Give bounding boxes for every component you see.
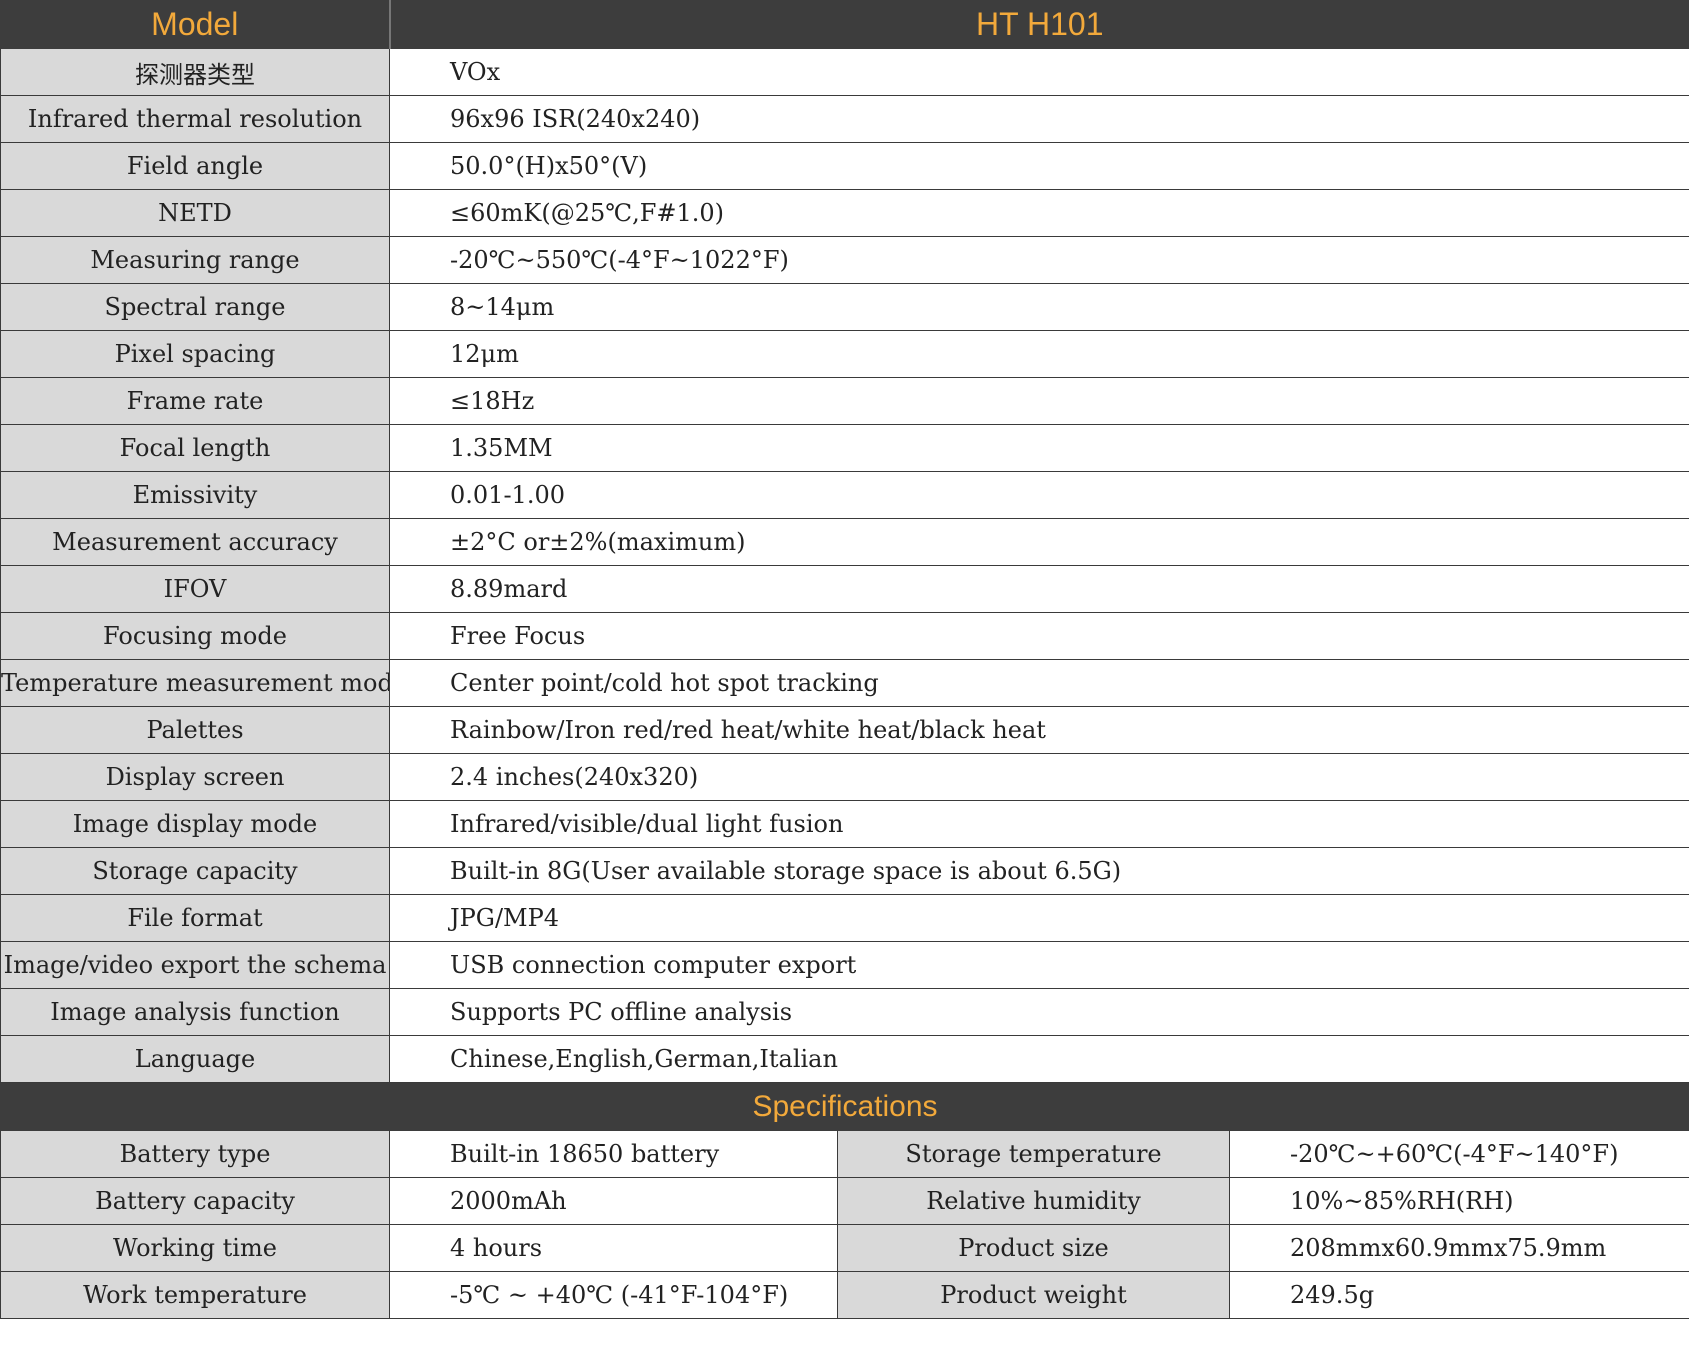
spec-row: Battery capacity 2000mAh Relative humidity… — [0, 1177, 1689, 1225]
spec-value: Built-in 18650 battery — [389, 1130, 838, 1178]
specifications-title: Specifications — [0, 1082, 1689, 1131]
table-row: Focusing mode Free Focus — [0, 612, 1689, 660]
spec-value: 10%~85%RH(RH) — [1228, 1177, 1689, 1225]
row-value: 2.4 inches(240x320) — [388, 753, 1689, 801]
spec-table-body: Model HT H101 探测器类型 VOx Infrared thermal r… — [0, 0, 1689, 1319]
table-row: Palettes Rainbow/Iron red/red heat/white … — [0, 706, 1689, 754]
spec-row: Battery type Built-in 18650 battery Storag… — [0, 1130, 1689, 1178]
row-value: ≤18Hz — [388, 377, 1689, 425]
row-label: Measurement accuracy — [0, 518, 390, 566]
spec-value: 2000mAh — [389, 1177, 838, 1225]
table-row: Language Chinese,English,German,Italian — [0, 1035, 1689, 1083]
row-label: 探测器类型 — [0, 48, 390, 96]
row-value: 8.89mard — [388, 565, 1689, 613]
row-value: 50.0°(H)x50°(V) — [388, 142, 1689, 190]
row-value: Supports PC offline analysis — [388, 988, 1689, 1036]
table-row: Pixel spacing 12μm — [0, 330, 1689, 378]
row-label: Field angle — [0, 142, 390, 190]
row-label: Palettes — [0, 706, 390, 754]
table-row: Image/video export the schema USB connect… — [0, 941, 1689, 989]
spec-label: Relative humidity — [837, 1177, 1230, 1225]
row-label: Focusing mode — [0, 612, 390, 660]
row-label: Emissivity — [0, 471, 390, 519]
row-label: Spectral range — [0, 283, 390, 331]
spec-sheet: Model HT H101 探测器类型 VOx Infrared thermal r… — [0, 0, 1689, 1346]
spec-row: Work temperature -5℃ ~ +40℃ (-41°F-104°F)… — [0, 1271, 1689, 1319]
row-label: NETD — [0, 189, 390, 237]
spec-value: -20℃~+60℃(-4°F~140°F) — [1228, 1130, 1689, 1178]
row-value: Center point/cold hot spot tracking — [388, 659, 1689, 707]
specifications-header-row: Specifications — [0, 1082, 1689, 1131]
spec-value: 249.5g — [1228, 1271, 1689, 1319]
row-value: Infrared/visible/dual light fusion — [388, 800, 1689, 848]
spec-label: Storage temperature — [837, 1130, 1230, 1178]
row-label: Infrared thermal resolution — [0, 95, 390, 143]
row-value: 1.35MM — [388, 424, 1689, 472]
table-row: Display screen 2.4 inches(240x320) — [0, 753, 1689, 801]
table-row: Measuring range -20℃~550℃(-4°F~1022°F) — [0, 236, 1689, 284]
model-header-row: Model HT H101 — [0, 0, 1689, 49]
spec-label: Work temperature — [0, 1271, 390, 1319]
table-row: Infrared thermal resolution 96x96 ISR(240… — [0, 95, 1689, 143]
table-row: 探测器类型 VOx — [0, 48, 1689, 96]
table-row: Image display mode Infrared/visible/dual … — [0, 800, 1689, 848]
spec-value: -5℃ ~ +40℃ (-41°F-104°F) — [389, 1271, 838, 1319]
row-label: Image analysis function — [0, 988, 390, 1036]
table-row: Storage capacity Built-in 8G(User availab… — [0, 847, 1689, 895]
table-row: Measurement accuracy ±2°C or±2%(maximum) — [0, 518, 1689, 566]
row-label: Frame rate — [0, 377, 390, 425]
row-label: IFOV — [0, 565, 390, 613]
spec-label: Product weight — [837, 1271, 1230, 1319]
row-value: Chinese,English,German,Italian — [388, 1035, 1689, 1083]
row-value: VOx — [388, 48, 1689, 96]
spec-label: Working time — [0, 1224, 390, 1272]
row-label: Display screen — [0, 753, 390, 801]
spec-value: 4 hours — [389, 1224, 838, 1272]
row-value: ≤60mK(@25℃,F#1.0) — [388, 189, 1689, 237]
table-row: Temperature measurement mode Center point… — [0, 659, 1689, 707]
table-row: Frame rate ≤18Hz — [0, 377, 1689, 425]
spec-row: Working time 4 hours Product size 208mmx60.… — [0, 1224, 1689, 1272]
spec-label: Product size — [837, 1224, 1230, 1272]
spec-table: Model HT H101 探测器类型 VOx Infrared thermal r… — [0, 0, 1689, 1319]
table-row: Field angle 50.0°(H)x50°(V) — [0, 142, 1689, 190]
row-value: 96x96 ISR(240x240) — [388, 95, 1689, 143]
row-value: Rainbow/Iron red/red heat/white heat/bla… — [388, 706, 1689, 754]
table-row: Focal length 1.35MM — [0, 424, 1689, 472]
row-value: JPG/MP4 — [388, 894, 1689, 942]
row-value: 0.01-1.00 — [388, 471, 1689, 519]
table-row: Spectral range 8~14μm — [0, 283, 1689, 331]
row-label: Storage capacity — [0, 847, 390, 895]
row-label: Focal length — [0, 424, 390, 472]
row-label: File format — [0, 894, 390, 942]
row-value: Built-in 8G(User available storage space… — [388, 847, 1689, 895]
table-row: IFOV 8.89mard — [0, 565, 1689, 613]
table-row: NETD ≤60mK(@25℃,F#1.0) — [0, 189, 1689, 237]
spec-label: Battery capacity — [0, 1177, 390, 1225]
row-value: -20℃~550℃(-4°F~1022°F) — [388, 236, 1689, 284]
spec-value: 208mmx60.9mmx75.9mm — [1228, 1224, 1689, 1272]
row-value: Free Focus — [388, 612, 1689, 660]
row-label: Image display mode — [0, 800, 390, 848]
row-value: ±2°C or±2%(maximum) — [388, 518, 1689, 566]
table-row: Emissivity 0.01-1.00 — [0, 471, 1689, 519]
row-label: Image/video export the schema — [0, 941, 390, 989]
row-value: 8~14μm — [388, 283, 1689, 331]
row-value: USB connection computer export — [388, 941, 1689, 989]
row-label: Pixel spacing — [0, 330, 390, 378]
model-label: Model — [0, 0, 391, 49]
row-value: 12μm — [388, 330, 1689, 378]
spec-label: Battery type — [0, 1130, 390, 1178]
row-label: Language — [0, 1035, 390, 1083]
table-row: Image analysis function Supports PC offli… — [0, 988, 1689, 1036]
row-label: Measuring range — [0, 236, 390, 284]
row-label: Temperature measurement mode — [0, 659, 390, 707]
model-value: HT H101 — [388, 0, 1689, 49]
table-row: File format JPG/MP4 — [0, 894, 1689, 942]
